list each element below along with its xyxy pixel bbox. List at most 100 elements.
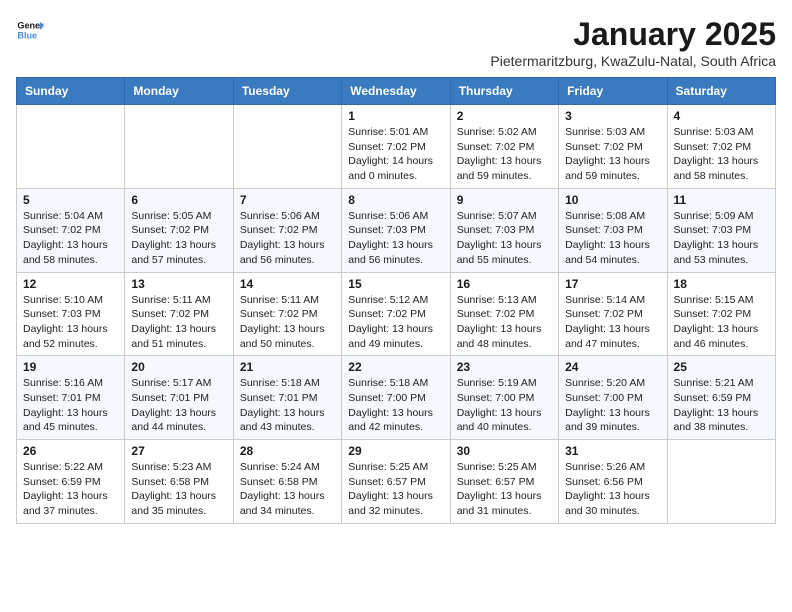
weekday-header-friday: Friday [559,78,667,105]
day-number: 22 [348,360,443,374]
day-info: Sunrise: 5:26 AM Sunset: 6:56 PM Dayligh… [565,460,660,519]
day-number: 6 [131,193,226,207]
calendar-week-row: 1Sunrise: 5:01 AM Sunset: 7:02 PM Daylig… [17,105,776,189]
day-info: Sunrise: 5:25 AM Sunset: 6:57 PM Dayligh… [457,460,552,519]
calendar-cell [667,440,775,524]
day-number: 11 [674,193,769,207]
day-number: 29 [348,444,443,458]
day-info: Sunrise: 5:23 AM Sunset: 6:58 PM Dayligh… [131,460,226,519]
calendar-week-row: 12 Sunrise: 5:10 AM Sunset: 7:03 PM Dayli… [17,272,776,356]
day-info: Sunrise: 5:02 AM Sunset: 7:02 PM Dayligh… [457,125,552,184]
day-number: 28 [240,444,335,458]
day-info: Sunrise: 5:24 AM Sunset: 6:58 PM Dayligh… [240,460,335,519]
day-info: Sunrise: 5:07 AM Sunset: 7:03 PM Dayligh… [457,209,552,268]
day-info: Sunrise: 5:18 AM Sunset: 7:01 PM Dayligh… [240,376,335,435]
day-info: Sunrise: 5:11 AM Sunset: 7:02 PM Dayligh… [131,293,226,352]
calendar-header-row: SundayMondayTuesdayWednesdayThursdayFrid… [17,78,776,105]
day-number: 3 [565,109,660,123]
logo: General Blue [16,16,44,44]
calendar-cell: 4 Sunrise: 5:03 AM Sunset: 7:02 PM Daylig… [667,105,775,189]
day-info: Sunrise: 5:25 AM Sunset: 6:57 PM Dayligh… [348,460,443,519]
calendar-week-row: 5 Sunrise: 5:04 AM Sunset: 7:02 PM Daylig… [17,188,776,272]
day-info: Sunrise: 5:14 AM Sunset: 7:02 PM Dayligh… [565,293,660,352]
day-info: Sunrise: 5:18 AM Sunset: 7:00 PM Dayligh… [348,376,443,435]
calendar-cell: 23 Sunrise: 5:19 AM Sunset: 7:00 PM Dayli… [450,356,558,440]
calendar-cell: 7Sunrise: 5:06 AM Sunset: 7:02 PM Daylig… [233,188,341,272]
day-info: Sunrise: 5:13 AM Sunset: 7:02 PM Dayligh… [457,293,552,352]
day-number: 23 [457,360,552,374]
day-number: 25 [674,360,769,374]
calendar-cell: 12 Sunrise: 5:10 AM Sunset: 7:03 PM Dayli… [17,272,125,356]
day-number: 14 [240,277,335,291]
weekday-header-sunday: Sunday [17,78,125,105]
calendar-cell: 18 Sunrise: 5:15 AM Sunset: 7:02 PM Dayli… [667,272,775,356]
calendar-cell: 28 Sunrise: 5:24 AM Sunset: 6:58 PM Dayli… [233,440,341,524]
day-info: Sunrise: 5:17 AM Sunset: 7:01 PM Dayligh… [131,376,226,435]
day-number: 21 [240,360,335,374]
calendar-cell: 29 Sunrise: 5:25 AM Sunset: 6:57 PM Dayli… [342,440,450,524]
calendar-cell: 6 Sunrise: 5:05 AM Sunset: 7:02 PM Daylig… [125,188,233,272]
calendar-cell: 1Sunrise: 5:01 AM Sunset: 7:02 PM Daylig… [342,105,450,189]
title-block: January 2025 Pietermaritzburg, KwaZulu-N… [490,16,776,69]
day-number: 1 [348,109,443,123]
calendar-week-row: 26Sunrise: 5:22 AM Sunset: 6:59 PM Dayli… [17,440,776,524]
day-number: 16 [457,277,552,291]
day-number: 12 [23,277,118,291]
day-info: Sunrise: 5:10 AM Sunset: 7:03 PM Dayligh… [23,293,118,352]
day-info: Sunrise: 5:03 AM Sunset: 7:02 PM Dayligh… [674,125,769,184]
weekday-header-tuesday: Tuesday [233,78,341,105]
calendar-cell [17,105,125,189]
calendar-cell: 13 Sunrise: 5:11 AM Sunset: 7:02 PM Dayli… [125,272,233,356]
calendar-cell: 15 Sunrise: 5:12 AM Sunset: 7:02 PM Dayli… [342,272,450,356]
day-info: Sunrise: 5:22 AM Sunset: 6:59 PM Dayligh… [23,460,118,519]
weekday-header-monday: Monday [125,78,233,105]
day-number: 9 [457,193,552,207]
day-number: 13 [131,277,226,291]
calendar-cell: 9 Sunrise: 5:07 AM Sunset: 7:03 PM Daylig… [450,188,558,272]
logo-icon: General Blue [16,16,44,44]
svg-text:Blue: Blue [17,30,37,40]
day-number: 15 [348,277,443,291]
location-subtitle: Pietermaritzburg, KwaZulu-Natal, South A… [490,53,776,69]
calendar-cell: 24Sunrise: 5:20 AM Sunset: 7:00 PM Dayli… [559,356,667,440]
calendar-cell: 5 Sunrise: 5:04 AM Sunset: 7:02 PM Daylig… [17,188,125,272]
calendar-cell: 14Sunrise: 5:11 AM Sunset: 7:02 PM Dayli… [233,272,341,356]
day-info: Sunrise: 5:16 AM Sunset: 7:01 PM Dayligh… [23,376,118,435]
day-number: 27 [131,444,226,458]
calendar-cell: 27 Sunrise: 5:23 AM Sunset: 6:58 PM Dayli… [125,440,233,524]
day-info: Sunrise: 5:20 AM Sunset: 7:00 PM Dayligh… [565,376,660,435]
calendar-cell: 8 Sunrise: 5:06 AM Sunset: 7:03 PM Daylig… [342,188,450,272]
day-number: 2 [457,109,552,123]
calendar-week-row: 19 Sunrise: 5:16 AM Sunset: 7:01 PM Dayli… [17,356,776,440]
calendar-cell: 26Sunrise: 5:22 AM Sunset: 6:59 PM Dayli… [17,440,125,524]
calendar-cell: 31Sunrise: 5:26 AM Sunset: 6:56 PM Dayli… [559,440,667,524]
weekday-header-saturday: Saturday [667,78,775,105]
day-info: Sunrise: 5:19 AM Sunset: 7:00 PM Dayligh… [457,376,552,435]
weekday-header-wednesday: Wednesday [342,78,450,105]
day-number: 5 [23,193,118,207]
day-number: 8 [348,193,443,207]
day-number: 18 [674,277,769,291]
day-number: 4 [674,109,769,123]
day-number: 7 [240,193,335,207]
day-info: Sunrise: 5:05 AM Sunset: 7:02 PM Dayligh… [131,209,226,268]
day-info: Sunrise: 5:09 AM Sunset: 7:03 PM Dayligh… [674,209,769,268]
calendar-cell: 17 Sunrise: 5:14 AM Sunset: 7:02 PM Dayli… [559,272,667,356]
day-info: Sunrise: 5:04 AM Sunset: 7:02 PM Dayligh… [23,209,118,268]
day-number: 19 [23,360,118,374]
day-info: Sunrise: 5:06 AM Sunset: 7:03 PM Dayligh… [348,209,443,268]
calendar-cell: 25 Sunrise: 5:21 AM Sunset: 6:59 PM Dayli… [667,356,775,440]
day-info: Sunrise: 5:21 AM Sunset: 6:59 PM Dayligh… [674,376,769,435]
calendar-cell: 16 Sunrise: 5:13 AM Sunset: 7:02 PM Dayli… [450,272,558,356]
calendar-cell: 11 Sunrise: 5:09 AM Sunset: 7:03 PM Dayli… [667,188,775,272]
day-info: Sunrise: 5:08 AM Sunset: 7:03 PM Dayligh… [565,209,660,268]
day-number: 17 [565,277,660,291]
calendar-cell: 20 Sunrise: 5:17 AM Sunset: 7:01 PM Dayli… [125,356,233,440]
month-title: January 2025 [490,16,776,53]
day-info: Sunrise: 5:12 AM Sunset: 7:02 PM Dayligh… [348,293,443,352]
day-info: Sunrise: 5:15 AM Sunset: 7:02 PM Dayligh… [674,293,769,352]
page-header: General Blue January 2025 Pietermaritzbu… [16,16,776,69]
day-number: 20 [131,360,226,374]
calendar-cell: 3 Sunrise: 5:03 AM Sunset: 7:02 PM Daylig… [559,105,667,189]
day-info: Sunrise: 5:03 AM Sunset: 7:02 PM Dayligh… [565,125,660,184]
